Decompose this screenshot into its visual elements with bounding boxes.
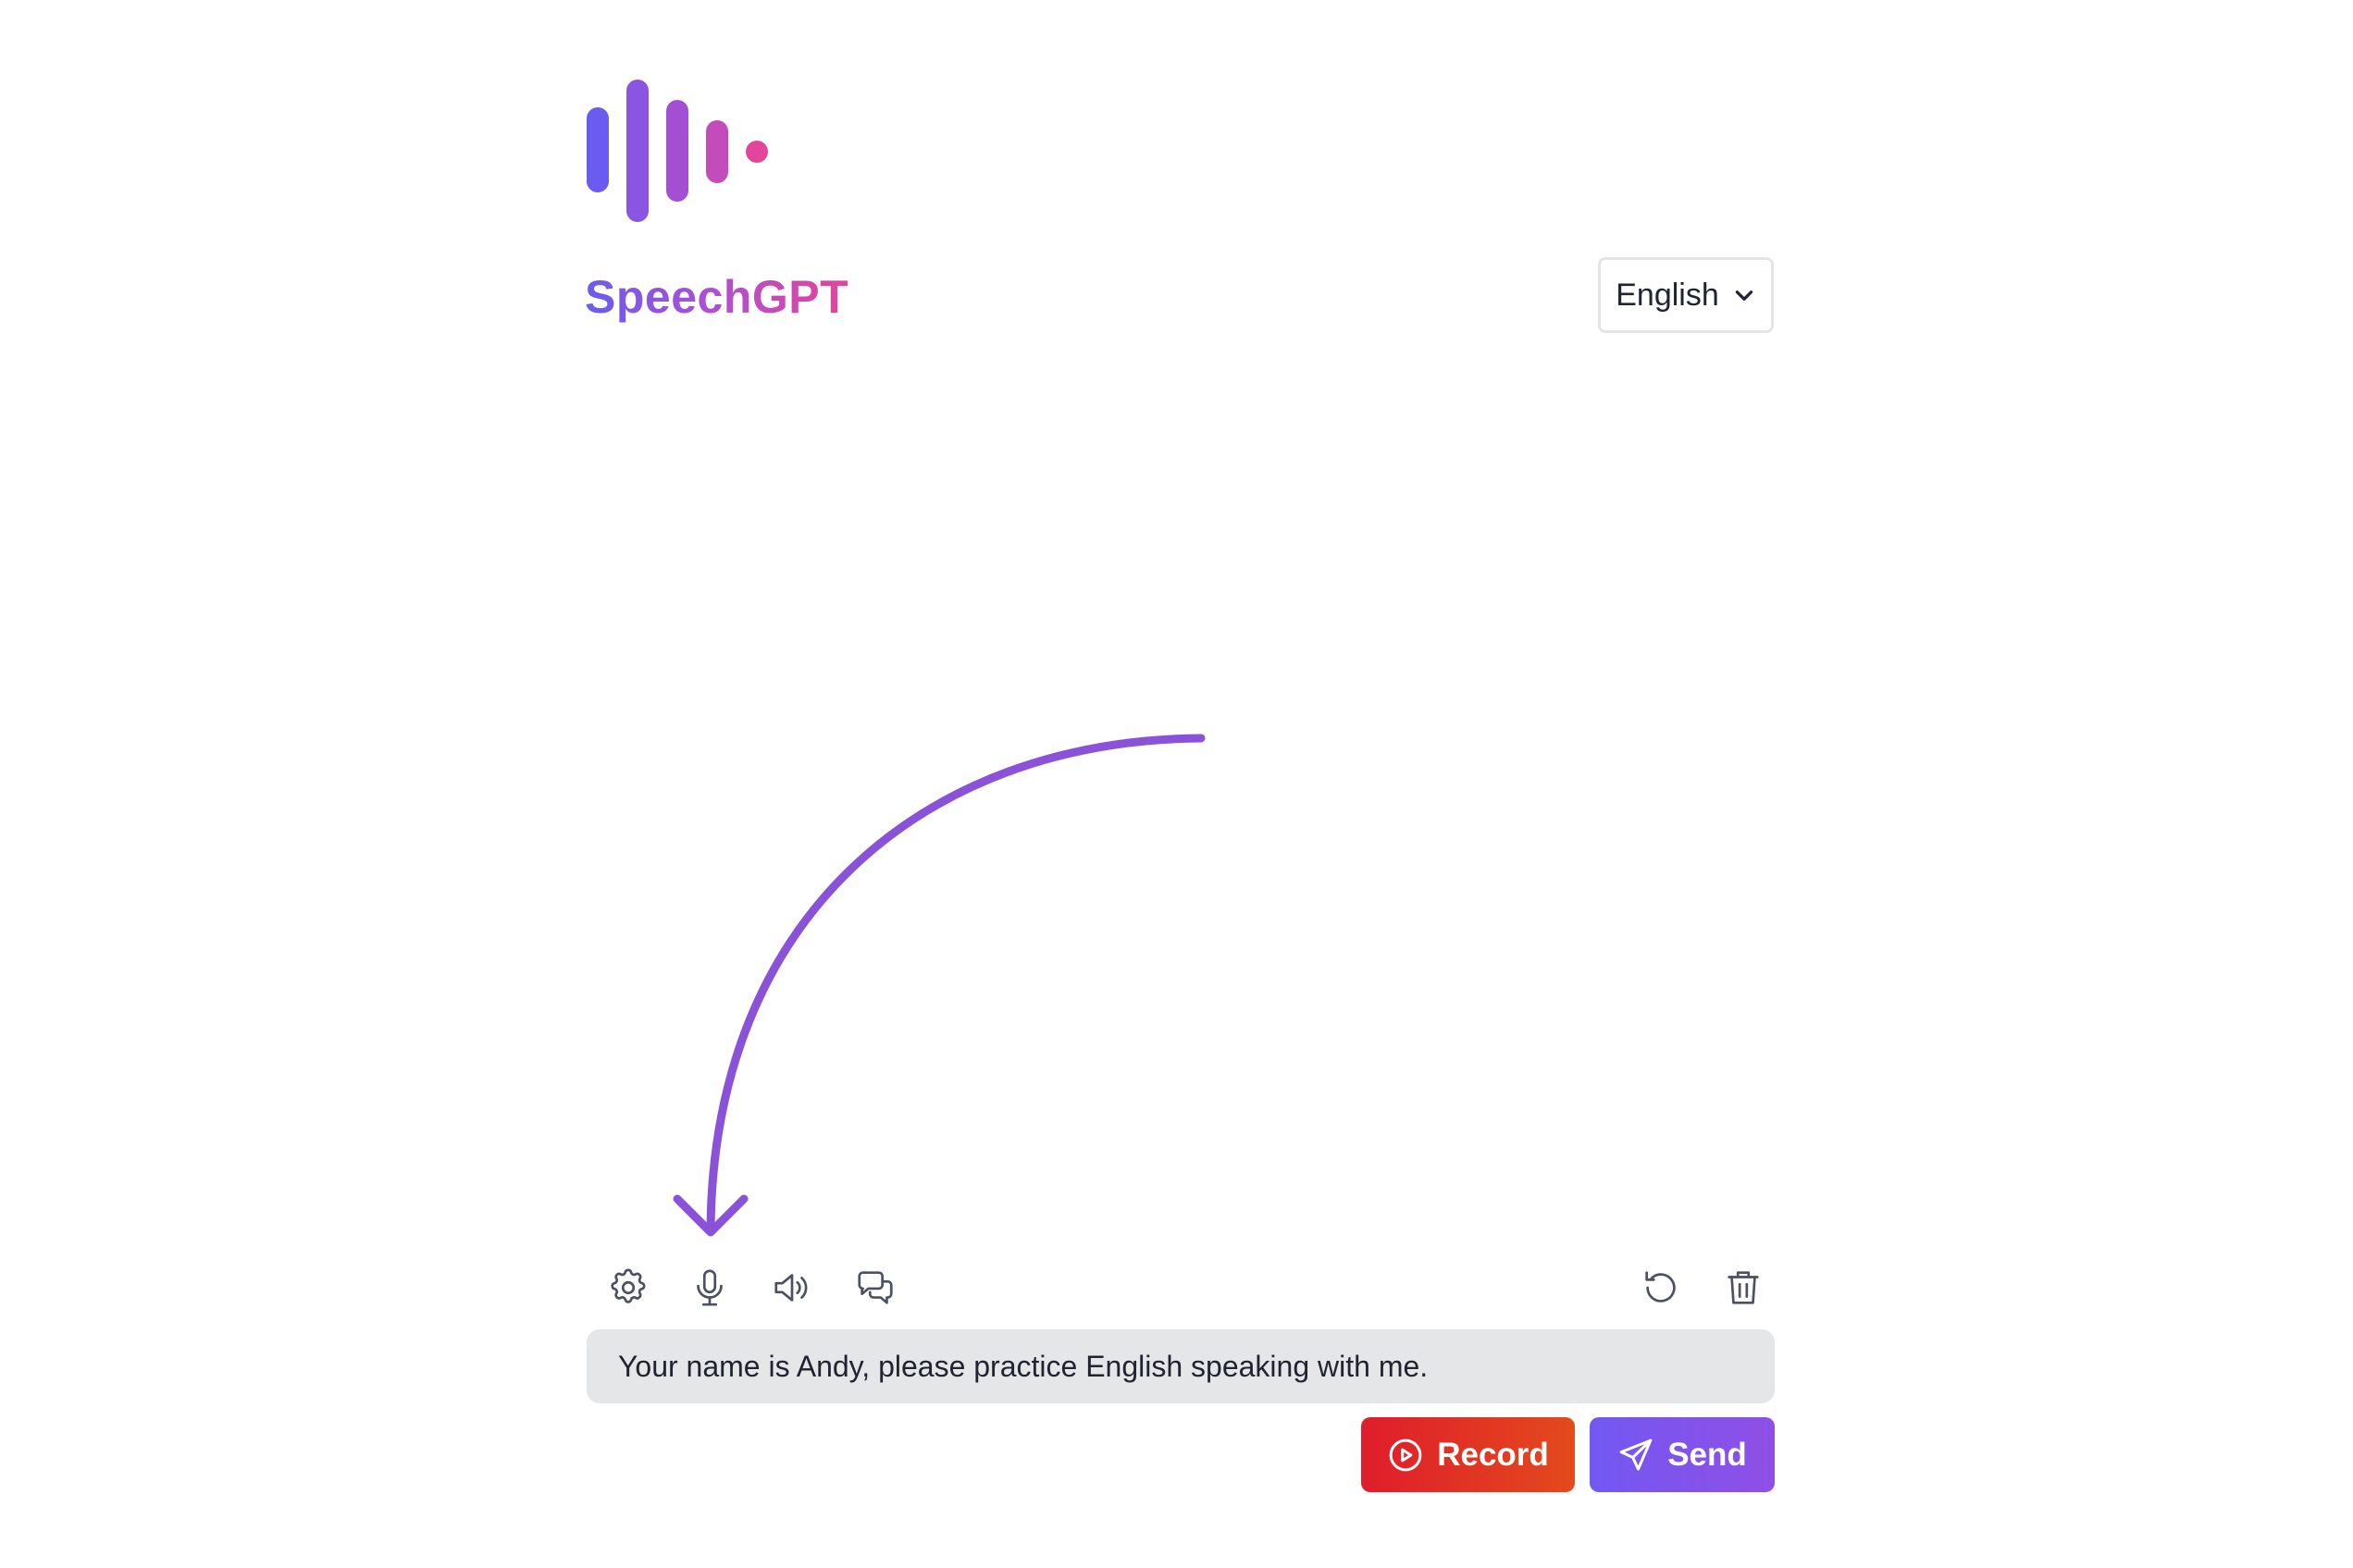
app-stage: SpeechGPT English Your name is Andy, ple… [0, 0, 2353, 1568]
soundwave-logo-icon [587, 80, 768, 222]
microphone-button[interactable] [682, 1260, 737, 1315]
paper-plane-icon [1619, 1438, 1653, 1470]
trash-icon [1728, 1271, 1759, 1304]
app-brand-name: SpeechGPT [585, 271, 849, 323]
prompt-input-value: Your name is Andy, please practice Engli… [618, 1349, 1429, 1383]
chevron-down-icon [1735, 290, 1752, 301]
play-circle-icon [1389, 1438, 1422, 1471]
clear-button[interactable] [1715, 1260, 1771, 1315]
gear-icon [611, 1268, 646, 1303]
conversation-button[interactable] [848, 1260, 903, 1315]
language-select-value: English [1616, 277, 1719, 313]
speaker-icon [774, 1274, 808, 1302]
reset-button[interactable] [1633, 1260, 1689, 1315]
record-button-label: Record [1437, 1436, 1549, 1473]
speaker-button[interactable] [764, 1260, 820, 1315]
record-button[interactable]: Record [1361, 1417, 1575, 1492]
prompt-input[interactable]: Your name is Andy, please practice Engli… [587, 1329, 1775, 1403]
chat-bubbles-icon [858, 1271, 893, 1304]
send-button[interactable]: Send [1590, 1417, 1775, 1492]
refresh-icon [1645, 1271, 1676, 1303]
send-button-label: Send [1667, 1436, 1747, 1473]
microphone-icon [697, 1269, 723, 1306]
language-select[interactable]: English [1598, 257, 1774, 333]
settings-button[interactable] [601, 1260, 656, 1315]
